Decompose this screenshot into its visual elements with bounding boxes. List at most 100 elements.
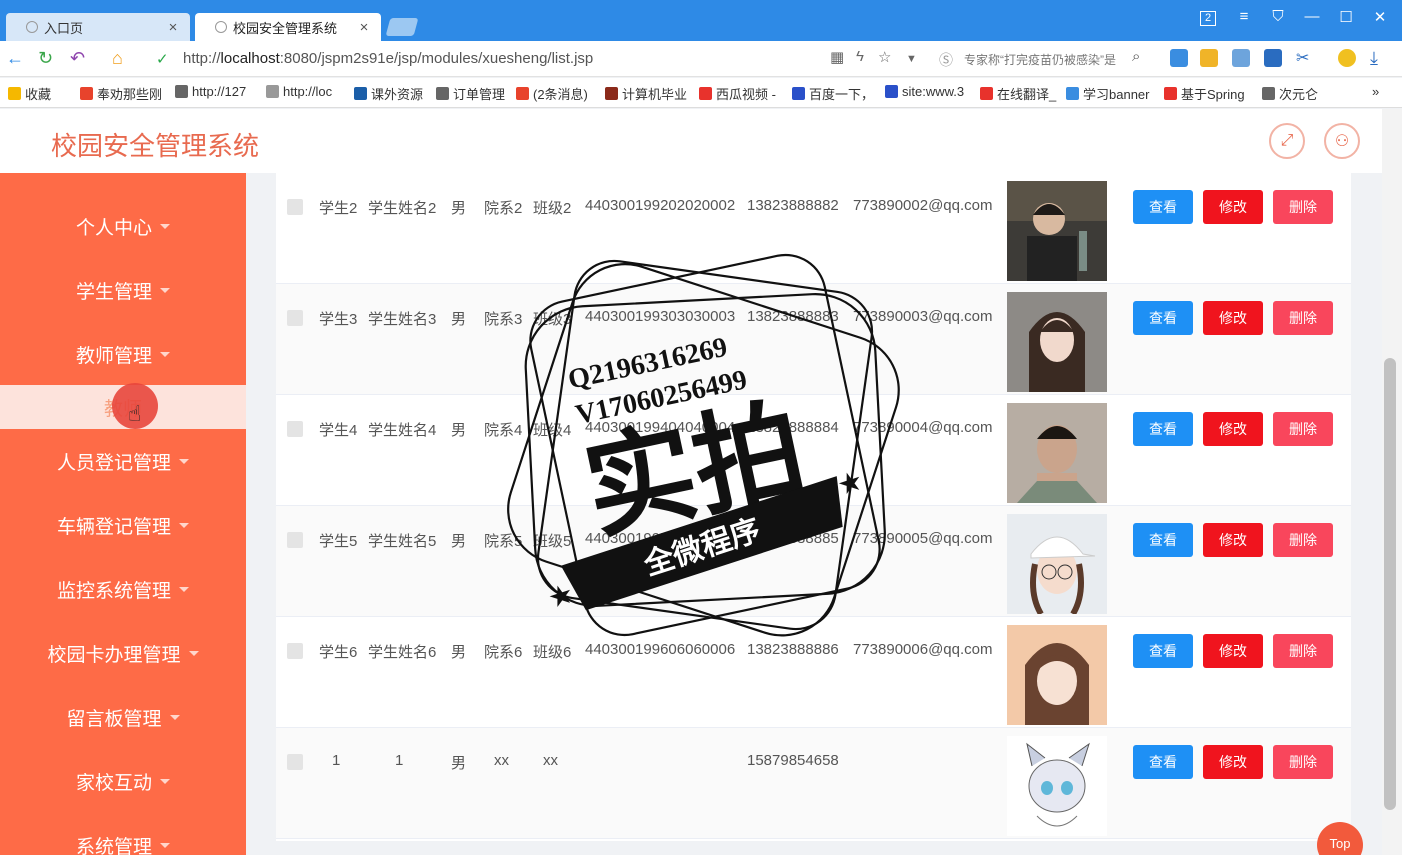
photo-man-tattoo — [1007, 403, 1107, 503]
bookmark-item[interactable]: 学习banner — [1066, 84, 1149, 103]
sidebar-item[interactable]: 家校互动 — [0, 759, 246, 803]
sidebar-item[interactable]: 留言板管理 — [0, 695, 246, 739]
bookmark-item[interactable]: 计算机毕业 — [605, 84, 687, 103]
sidebar-item[interactable]: 系统管理 — [0, 823, 246, 855]
home-icon[interactable]: ⌂ — [112, 48, 123, 69]
translate-icon[interactable] — [1170, 49, 1188, 67]
edit-button[interactable]: 修改 — [1203, 412, 1263, 446]
back-icon[interactable]: ← — [6, 48, 24, 69]
bookmark-item[interactable]: site:www.3 — [885, 84, 964, 99]
new-tab-button[interactable] — [385, 18, 419, 36]
menu-icon[interactable]: ≡ — [1234, 8, 1254, 25]
delete-button[interactable]: 删除 — [1273, 634, 1333, 668]
fullscreen-button[interactable]: ⤢ — [1269, 123, 1305, 159]
sidebar-item[interactable]: 校园卡办理管理 — [0, 631, 246, 675]
emoji-icon[interactable] — [1338, 49, 1356, 67]
sidebar-item[interactable]: 学生管理 — [0, 268, 246, 312]
cell-cls: xx — [543, 752, 558, 769]
cell-id: 学生3 — [319, 311, 358, 328]
delete-button[interactable]: 删除 — [1273, 745, 1333, 779]
tab-active[interactable]: 校园安全管理系统 × — [195, 13, 381, 41]
delete-button[interactable]: 删除 — [1273, 190, 1333, 224]
bookmark-item[interactable]: 奉劝那些刚 — [80, 84, 162, 103]
bookmark-item[interactable]: http://loc — [266, 84, 332, 99]
chevron-down-icon[interactable]: ▼ — [906, 53, 917, 65]
bookmark-label: 百度一下， — [809, 87, 875, 102]
bookmark-favicon-icon — [516, 87, 529, 100]
edit-button[interactable]: 修改 — [1203, 523, 1263, 557]
tab-count-icon[interactable]: 2 — [1200, 11, 1216, 26]
search-icon[interactable]: ⌕ — [1132, 48, 1140, 65]
row-checkbox[interactable] — [287, 310, 303, 326]
sidebar-item-label: 人员登记管理 — [56, 452, 171, 474]
bookmark-item[interactable]: 收藏 — [8, 84, 51, 103]
bookmark-item[interactable]: 次元仑 — [1262, 84, 1318, 103]
bookmark-item[interactable]: 课外资源 — [354, 84, 423, 103]
user-button[interactable]: ⚇ — [1324, 123, 1360, 159]
minimize-icon[interactable]: — — [1302, 8, 1322, 25]
table-row: 1 1 男 xx xx 15879854658 查看 修改 删除 — [276, 728, 1351, 839]
edit-button[interactable]: 修改 — [1203, 745, 1263, 779]
chevron-down-icon — [160, 842, 170, 848]
bookmark-item[interactable]: 百度一下， — [792, 84, 874, 103]
bookmark-label: 基于Spring — [1181, 87, 1245, 102]
sidebar-item[interactable]: 车辆登记管理 — [0, 503, 246, 547]
undo-icon[interactable]: ↶ — [70, 48, 85, 69]
bookmark-item[interactable]: 西瓜视频 - — [699, 84, 776, 103]
view-button[interactable]: 查看 — [1133, 412, 1193, 446]
edit-button[interactable]: 修改 — [1203, 634, 1263, 668]
reload-icon[interactable]: ↻ — [38, 48, 53, 69]
scissors-icon[interactable]: ✂ — [1296, 48, 1309, 68]
search-input[interactable]: 专家称“打完疫苗仍被感染”是 — [964, 51, 1154, 68]
scrollbar-thumb[interactable] — [1384, 358, 1396, 810]
close-icon[interactable]: × — [357, 19, 371, 36]
shield-icon — [26, 21, 38, 33]
row-checkbox[interactable] — [287, 532, 303, 548]
cell-name: 学生姓名5 — [368, 533, 437, 550]
bookmark-item[interactable]: http://127 — [175, 84, 246, 99]
cell-dept: xx — [494, 752, 509, 769]
star-icon[interactable]: ☆ — [878, 48, 891, 66]
view-button[interactable]: 查看 — [1133, 190, 1193, 224]
bookmark-item[interactable]: 订单管理 — [436, 84, 505, 103]
edit-button[interactable]: 修改 — [1203, 301, 1263, 335]
notes-icon[interactable] — [1264, 49, 1282, 67]
maximize-icon[interactable]: ☐ — [1336, 8, 1356, 26]
edit-button[interactable]: 修改 — [1203, 190, 1263, 224]
lightning-icon[interactable]: ϟ — [856, 48, 864, 65]
sidebar-item-label: 校园卡办理管理 — [47, 644, 181, 666]
key-icon[interactable] — [1200, 49, 1218, 67]
bookmark-label: 订单管理 — [453, 87, 506, 102]
sidebar-item[interactable]: 教师管理 — [0, 332, 246, 376]
bookmark-label: 收藏 — [25, 87, 52, 102]
delete-button[interactable]: 删除 — [1273, 412, 1333, 446]
sidebar-item[interactable]: 个人中心 — [0, 204, 246, 248]
delete-button[interactable]: 删除 — [1273, 301, 1333, 335]
view-button[interactable]: 查看 — [1133, 634, 1193, 668]
row-checkbox[interactable] — [287, 199, 303, 215]
row-checkbox[interactable] — [287, 643, 303, 659]
tab-home[interactable]: 入口页 × — [6, 13, 190, 41]
bookmarks-more-icon[interactable]: » — [1372, 84, 1379, 99]
url-field[interactable]: http://localhost:8080/jspm2s91e/jsp/modu… — [183, 50, 593, 67]
sidebar-item[interactable]: 人员登记管理 — [0, 439, 246, 483]
delete-button[interactable]: 删除 — [1273, 523, 1333, 557]
close-icon[interactable]: × — [166, 19, 180, 36]
chevron-down-icon — [179, 586, 189, 592]
view-button[interactable]: 查看 — [1133, 745, 1193, 779]
bookmark-label: 学习banner — [1083, 87, 1150, 102]
clipboard-icon[interactable] — [1232, 49, 1250, 67]
view-button[interactable]: 查看 — [1133, 301, 1193, 335]
skin-icon[interactable]: ⛉ — [1268, 8, 1288, 25]
sidebar-item[interactable]: 监控系统管理 — [0, 567, 246, 611]
qr-icon[interactable]: ▦ — [830, 48, 844, 66]
bookmark-item[interactable]: 在线翻译_ — [980, 84, 1056, 103]
chevron-down-icon — [160, 223, 170, 229]
row-checkbox[interactable] — [287, 421, 303, 437]
download-icon[interactable]: ⤓ — [1370, 48, 1378, 69]
row-checkbox[interactable] — [287, 754, 303, 770]
bookmark-item[interactable]: (2条消息) — [516, 84, 588, 103]
view-button[interactable]: 查看 — [1133, 523, 1193, 557]
bookmark-item[interactable]: 基于Spring — [1164, 84, 1245, 103]
close-window-icon[interactable]: ✕ — [1370, 8, 1390, 26]
